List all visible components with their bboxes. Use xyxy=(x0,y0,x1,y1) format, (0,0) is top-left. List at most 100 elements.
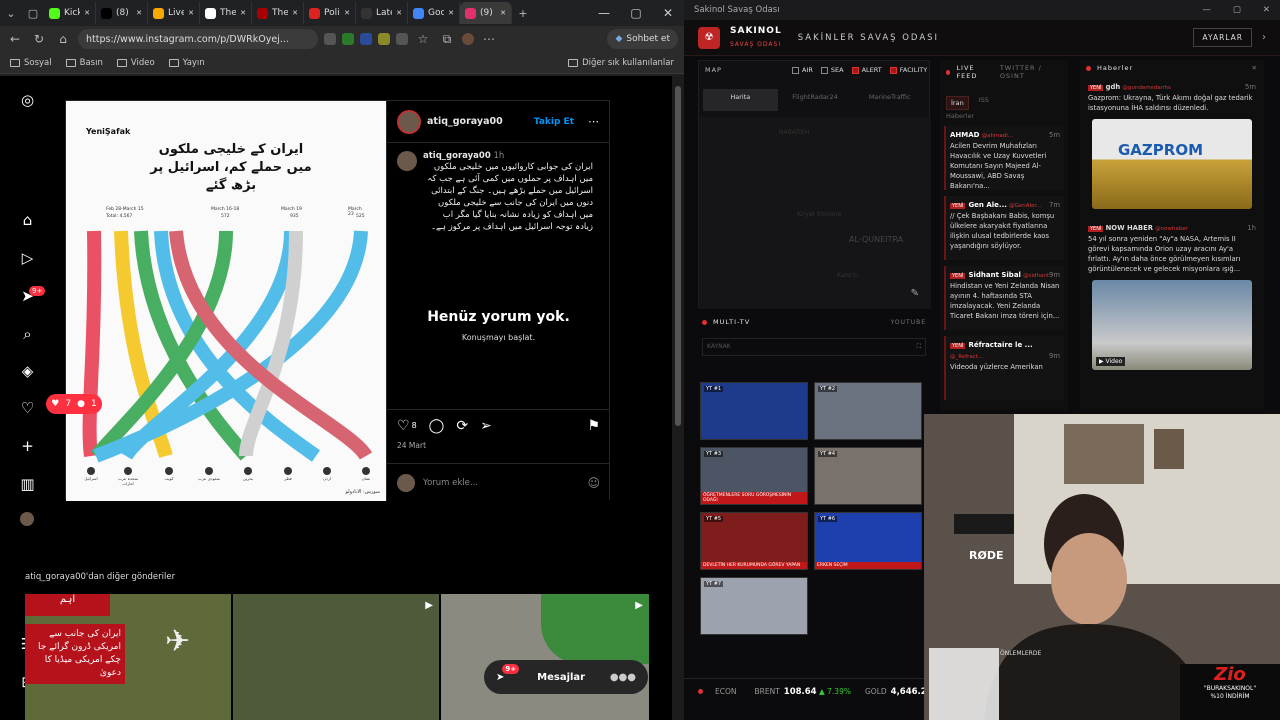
browser-tab[interactable]: (9) I ✕ xyxy=(460,2,512,24)
profile-avatar[interactable] xyxy=(462,33,474,45)
feed-tab-haberler[interactable]: Haberler xyxy=(940,112,1068,120)
tv-stream[interactable]: YT #1 xyxy=(700,382,808,440)
feed-item[interactable]: YENİ Gen Ale... @GenAler... 7m // Çek Başba… xyxy=(944,196,1064,260)
tab-close-icon[interactable]: ✕ xyxy=(448,9,454,17)
multi-tv-source[interactable]: YOUTUBE xyxy=(891,319,926,326)
more-menu-icon[interactable]: ⋯ xyxy=(480,32,498,46)
feed-item[interactable]: YENİ Réfractaire le ... @_Refract... 9m Vid… xyxy=(944,336,1064,400)
author-avatar[interactable] xyxy=(397,151,417,171)
map-filter-checkbox[interactable]: SEA xyxy=(820,66,844,74)
notifications-heart-icon[interactable]: ♡ xyxy=(19,400,36,417)
post-thumbnail[interactable]: ▶ xyxy=(233,594,439,720)
tab-harita[interactable]: Harita xyxy=(703,89,778,111)
extension-icon[interactable] xyxy=(324,33,336,45)
explore-icon[interactable]: ◈ xyxy=(19,363,36,380)
other-bookmarks[interactable]: Diğer sık kullanılanlar xyxy=(568,58,674,68)
reels-icon[interactable]: ▷ xyxy=(19,250,36,267)
messages-button[interactable]: ➤ 9+ Mesajlar ●●● xyxy=(484,660,648,694)
browser-tab[interactable]: Late ✕ xyxy=(356,2,408,24)
author-avatar[interactable] xyxy=(397,109,421,134)
copilot-chat-button[interactable]: ◆ Sohbet et xyxy=(607,29,678,49)
fullscreen-icon[interactable]: ⛶ xyxy=(917,343,921,351)
tv-stream[interactable]: YT #3 ÖĞRETMENLERE SORU GÖRÜŞMESİNİN ODAĞ… xyxy=(700,447,808,505)
extension-icon[interactable] xyxy=(396,33,408,45)
scroll-thumb[interactable] xyxy=(675,86,681,426)
feed-item[interactable]: AHMAD @ahmadi... 5m Acilen Devrim Muhafızl… xyxy=(944,126,1064,190)
home-icon[interactable]: ⌂ xyxy=(19,212,36,229)
collections-icon[interactable]: ⧉ xyxy=(438,32,456,47)
extension-icon[interactable] xyxy=(342,33,354,45)
extension-icon[interactable] xyxy=(378,33,390,45)
author-name[interactable]: atiq_goraya00 xyxy=(427,116,503,127)
like-icon[interactable]: ♡ xyxy=(397,418,410,441)
browser-tab[interactable]: Goo ✕ xyxy=(408,2,460,24)
comment-input[interactable]: Yorum ekle... xyxy=(423,478,478,488)
map-view[interactable]: NABATIEH AL-QUNEITRA Kiryat Shmona Katsr… xyxy=(699,117,931,309)
news-item[interactable]: YENİ NOW HABER @nowhaber 1h 54 yıl sonra… xyxy=(1088,223,1256,274)
feed-item[interactable]: YENİ Sidhant Sibal @sidhant 9m Hindistan ve… xyxy=(944,266,1064,330)
save-icon[interactable]: ⚑ xyxy=(587,418,600,441)
tab-marinetraffic[interactable]: MarineTraffic xyxy=(852,89,927,111)
tv-stream[interactable]: YT #5 DEVLETİN HER KURUMUNDA GÖREV YAPAN xyxy=(700,512,808,570)
tab-close-icon[interactable]: ✕ xyxy=(500,9,506,17)
post-image[interactable]: YeniŞafak ایران کے خلیجی ملکوں میں حملے … xyxy=(66,101,386,501)
tab-close-icon[interactable]: ✕ xyxy=(344,9,350,17)
tab-flightradar[interactable]: FlightRadar24 xyxy=(778,89,853,111)
extension-icon[interactable] xyxy=(360,33,372,45)
tv-stream[interactable]: YT #6 ERKEN SEÇİM xyxy=(814,512,922,570)
tab-close-icon[interactable]: ✕ xyxy=(188,9,194,17)
comment-icon[interactable]: ◯ xyxy=(429,418,445,441)
maximize-icon[interactable]: ▢ xyxy=(1233,5,1241,15)
news-video[interactable]: ▶ Video xyxy=(1092,280,1252,370)
bookmark-folder[interactable]: Yayın xyxy=(168,58,205,68)
browser-tab[interactable]: (8) X ✕ xyxy=(96,2,148,24)
home-icon[interactable]: ⌂ xyxy=(54,32,72,46)
caption-author[interactable]: atiq_goraya00 xyxy=(423,151,491,161)
share-icon[interactable]: ➢ xyxy=(480,418,492,441)
follow-button[interactable]: Takip Et xyxy=(534,117,574,127)
close-icon[interactable]: ✕ xyxy=(652,6,684,20)
minimize-icon[interactable]: — xyxy=(588,6,620,20)
dashboard-icon[interactable]: ▥ xyxy=(19,476,36,493)
bookmark-folder[interactable]: Sosyal xyxy=(10,58,52,68)
tab-close-icon[interactable]: ✕ xyxy=(240,9,246,17)
source-input[interactable]: KAYNAK ⛶ xyxy=(702,338,926,356)
browser-tab[interactable]: The ✕ xyxy=(252,2,304,24)
tab-close-icon[interactable]: ✕ xyxy=(396,9,402,17)
bookmark-folder[interactable]: Video xyxy=(116,58,155,68)
favorites-icon[interactable]: ☆ xyxy=(414,32,432,46)
post-thumbnail[interactable]: ▶ xyxy=(441,594,649,720)
news-image[interactable]: GAZPROM xyxy=(1092,119,1252,209)
reload-icon[interactable]: ↻ xyxy=(30,32,48,46)
page-scrollbar[interactable] xyxy=(672,76,684,720)
expand-icon[interactable]: › xyxy=(1262,32,1266,43)
tv-stream[interactable]: YT #2 xyxy=(814,382,922,440)
news-item[interactable]: YENİ gdh @gundemedairhs 5m Gazprom: Ukra… xyxy=(1088,82,1256,113)
feed-tab-iran[interactable]: İran xyxy=(946,96,969,110)
profile-avatar[interactable] xyxy=(20,512,34,526)
instagram-logo-icon[interactable]: ◎ xyxy=(19,92,36,109)
maximize-icon[interactable]: ▢ xyxy=(620,6,652,20)
tab-close-icon[interactable]: ✕ xyxy=(84,9,90,17)
map-filter-checkbox[interactable]: FACILITY xyxy=(889,66,927,74)
browser-tab[interactable]: Live: ✕ xyxy=(148,2,200,24)
feed-tab-iss[interactable]: ISS xyxy=(979,96,989,110)
settings-button[interactable]: AYARLAR xyxy=(1193,28,1252,47)
tv-stream[interactable]: YT #4 xyxy=(814,447,922,505)
tv-stream[interactable]: YT #7 xyxy=(700,577,808,635)
more-options-icon[interactable]: ⋯ xyxy=(588,115,599,128)
map-filter-checkbox[interactable]: AIR xyxy=(791,66,813,74)
close-icon[interactable]: ✕ xyxy=(1252,64,1258,72)
search-icon[interactable]: ⌕ xyxy=(19,326,36,343)
edit-icon[interactable]: ✎ xyxy=(911,288,919,299)
url-field[interactable]: https://www.instagram.com/p/DWRkOyej... xyxy=(78,29,318,49)
tab-close-icon[interactable]: ✕ xyxy=(292,9,298,17)
tab-menu-icon[interactable]: ⌄ xyxy=(0,2,22,24)
tab-close-icon[interactable]: ✕ xyxy=(136,9,142,17)
browser-tab[interactable]: Kick ✕ xyxy=(44,2,96,24)
minimize-icon[interactable]: — xyxy=(1202,5,1211,15)
close-icon[interactable]: ✕ xyxy=(1263,5,1270,15)
map-filter-checkbox[interactable]: ALERT xyxy=(851,66,882,74)
post-thumbnail[interactable]: اہم ایران کی جانب سے امریکی ڈرون گرائے ج… xyxy=(25,594,231,720)
browser-tab[interactable]: The ✕ xyxy=(200,2,252,24)
